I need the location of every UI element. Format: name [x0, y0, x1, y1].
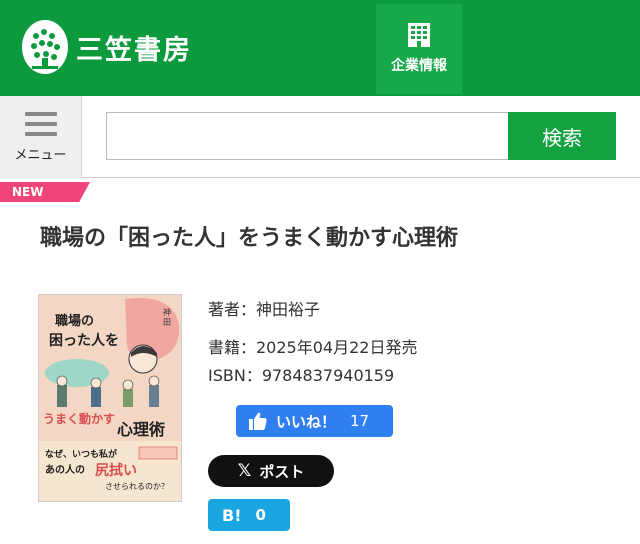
- book-release-date: 書籍：2025年04月22日発売: [208, 338, 418, 357]
- search-button[interactable]: 検索: [508, 112, 616, 160]
- building-icon: [408, 23, 430, 47]
- logo-emblem: [22, 20, 68, 74]
- hamburger-icon: [24, 111, 57, 136]
- corporate-info-label: 企業情報: [391, 58, 447, 74]
- svg-text:させられるのか？: させられるのか？: [105, 482, 169, 491]
- book-author: 著者：神田裕子: [208, 300, 321, 319]
- svg-text:尻拭い: 尻拭い: [95, 462, 137, 479]
- x-post-button[interactable]: 𝕏 ポスト: [208, 455, 334, 487]
- x-logo-icon: 𝕏: [237, 461, 252, 481]
- svg-text:神: 神: [163, 307, 171, 317]
- svg-text:田: 田: [163, 318, 171, 327]
- corporate-info-button[interactable]: 企業情報: [376, 4, 462, 94]
- hatena-bookmark-label: B!: [222, 505, 242, 525]
- svg-text:職場の: 職場の: [55, 313, 94, 329]
- book-isbn: ISBN：9784837940159: [208, 366, 395, 385]
- thumbs-up-icon: [249, 412, 267, 430]
- site-logo[interactable]: 三笠書房: [22, 20, 192, 74]
- book-title: 職場の「困った人」をうまく動かす心理術: [40, 226, 459, 251]
- svg-text:心理術: 心理術: [117, 420, 165, 439]
- search-input[interactable]: [106, 112, 508, 160]
- svg-text:うまく動かす: うまく動かす: [43, 411, 115, 426]
- logo-text: 三笠書房: [76, 34, 192, 66]
- hatena-bookmark-count: 0: [255, 506, 266, 524]
- menu-button[interactable]: メニュー: [0, 96, 82, 178]
- site-header: 三笠書房 企業情報: [0, 0, 640, 96]
- svg-text:あの人の: あの人の: [45, 463, 85, 476]
- like-count: 17: [350, 412, 370, 430]
- menu-label: メニュー: [14, 147, 67, 163]
- new-badge: NEW: [0, 182, 90, 202]
- facebook-like-button[interactable]: いいね！ 17: [236, 405, 393, 437]
- svg-text:なぜ、いつも私が: なぜ、いつも私が: [45, 448, 118, 460]
- search-bar: メニュー 検索: [0, 96, 640, 178]
- like-label: いいね！: [276, 412, 337, 431]
- book-cover-image[interactable]: 職場の 困った人を うまく動かす 心理術 神 田 なぜ、いつも私が あの人の 尻…: [38, 294, 182, 502]
- hatena-bookmark-button[interactable]: B! 0: [208, 499, 290, 531]
- svg-text:困った人を: 困った人を: [49, 332, 119, 349]
- x-post-label: ポスト: [259, 462, 305, 481]
